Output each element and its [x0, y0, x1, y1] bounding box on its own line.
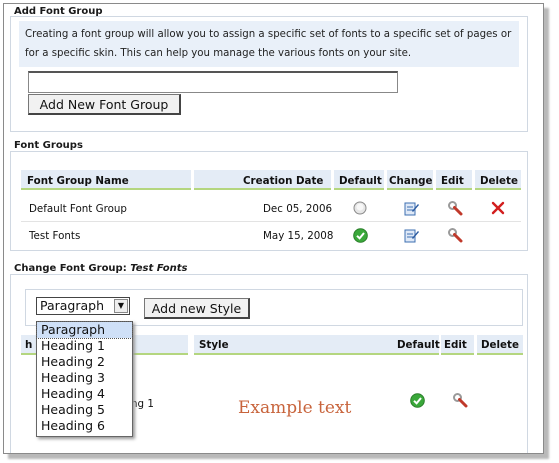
- add-new-style-button[interactable]: Add new Style: [144, 298, 250, 319]
- change-icon[interactable]: [403, 227, 419, 243]
- dropdown-option[interactable]: Heading 4: [37, 386, 132, 402]
- column-header-default: Default: [397, 339, 440, 351]
- column-header-delete: Delete: [481, 339, 519, 351]
- column-header-first: h: [25, 339, 33, 351]
- add-font-group-info: Creating a font group will allow you to …: [19, 21, 519, 67]
- font-groups-title: Font Groups: [14, 140, 83, 151]
- column-header-delete: Delete: [480, 175, 518, 187]
- change-icon[interactable]: [403, 200, 419, 216]
- row-divider: [21, 221, 521, 222]
- wrench-icon[interactable]: [452, 392, 468, 408]
- font-group-name[interactable]: Default Font Group: [29, 203, 127, 215]
- column-header-default: Default: [339, 175, 382, 187]
- dropdown-option[interactable]: Heading 6: [37, 418, 132, 434]
- change-font-group-label: Change Font Group:: [14, 263, 127, 274]
- column-header-edit: Edit: [441, 175, 464, 187]
- check-green-icon: [352, 227, 368, 243]
- column-header-date[interactable]: Creation Date: [243, 175, 323, 187]
- style-row-name[interactable]: ng 1: [131, 398, 154, 410]
- wrench-icon[interactable]: [447, 200, 463, 216]
- style-type-dropdown[interactable]: Paragraph Heading 1 Heading 2 Heading 3 …: [36, 321, 133, 437]
- check-green-icon: [409, 392, 425, 408]
- page-frame: Add Font Group Creating a font group wil…: [3, 3, 544, 454]
- style-type-select[interactable]: Paragraph ▼: [36, 297, 130, 315]
- delete-x-icon[interactable]: [490, 200, 506, 216]
- font-group-name-input[interactable]: [28, 71, 398, 93]
- font-group-name[interactable]: Test Fonts: [29, 230, 80, 242]
- dropdown-option[interactable]: Paragraph: [36, 321, 133, 339]
- dropdown-option[interactable]: Heading 2: [37, 354, 132, 370]
- change-font-group-title: Change Font Group: Test Fonts: [14, 263, 188, 274]
- style-type-select-value: Paragraph: [40, 298, 105, 313]
- column-header-change: Change: [389, 175, 433, 187]
- column-header-edit: Edit: [444, 339, 467, 351]
- example-text-preview: Example text: [238, 398, 352, 418]
- font-groups-panel: Font Group Name Creation Date Default Ch…: [10, 151, 528, 251]
- radio-off-icon[interactable]: [352, 200, 368, 216]
- add-font-group-panel: Creating a font group will allow you to …: [10, 16, 528, 132]
- font-group-date: May 15, 2008: [263, 230, 334, 242]
- font-group-date: Dec 05, 2006: [263, 203, 333, 215]
- dropdown-option[interactable]: Heading 1: [37, 338, 132, 354]
- column-header-name[interactable]: Font Group Name: [27, 175, 129, 187]
- dropdown-option[interactable]: Heading 3: [37, 370, 132, 386]
- chevron-down-icon[interactable]: ▼: [114, 299, 128, 313]
- wrench-icon[interactable]: [447, 227, 463, 243]
- column-header-style: Style: [199, 339, 229, 351]
- dropdown-option[interactable]: Heading 5: [37, 402, 132, 418]
- change-font-group-name: Test Fonts: [130, 263, 188, 274]
- add-new-font-group-button[interactable]: Add New Font Group: [28, 94, 181, 115]
